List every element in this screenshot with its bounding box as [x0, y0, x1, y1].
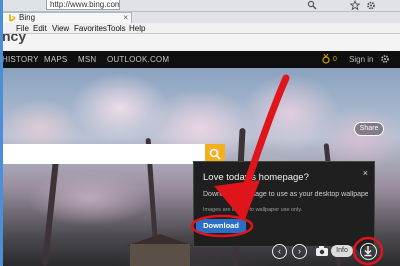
- address-bar-row: http://www.bing.com/: [0, 0, 400, 12]
- popup-body-text: Download the image to use as your deskto…: [203, 191, 368, 198]
- house: [130, 244, 190, 266]
- nav-msn[interactable]: MSN: [78, 51, 96, 68]
- popup-close-button[interactable]: ×: [363, 168, 368, 178]
- menu-favorites[interactable]: Favorites: [74, 23, 107, 34]
- rewards-count: 0: [333, 56, 337, 63]
- tree-trunk: [41, 148, 61, 266]
- address-field[interactable]: http://www.bing.com/: [46, 0, 120, 10]
- nav-history[interactable]: HISTORY: [2, 51, 39, 68]
- tools-gear-icon[interactable]: [366, 0, 376, 11]
- download-image-button[interactable]: [360, 243, 377, 260]
- nav-outlook[interactable]: OUTLOOK.COM: [107, 51, 169, 68]
- menu-view[interactable]: View: [52, 23, 69, 34]
- favorites-star-icon[interactable]: [350, 0, 360, 11]
- download-button[interactable]: Download: [196, 219, 246, 233]
- next-image-button[interactable]: ›: [292, 244, 307, 259]
- camera-icon[interactable]: [315, 245, 329, 257]
- tab-title: Bing: [19, 13, 36, 22]
- info-button[interactable]: Info: [331, 245, 353, 257]
- tab-close-button[interactable]: ×: [123, 13, 128, 23]
- wallpaper-popup: Love today's homepage? × Download the im…: [193, 161, 375, 253]
- browser-window: http://www.bing.com/ Bing × File Edit Vi…: [0, 0, 400, 266]
- share-button[interactable]: Share: [354, 122, 384, 136]
- bing-logo-icon: [9, 14, 16, 22]
- search-input[interactable]: [0, 144, 205, 164]
- popup-note-text: Images are limited to wallpaper use only…: [203, 207, 303, 213]
- popup-title: Love today's homepage?: [203, 172, 309, 183]
- page-top-strip: ncy: [0, 34, 400, 51]
- menu-tools[interactable]: Tools: [107, 23, 126, 34]
- nav-maps[interactable]: MAPS: [44, 51, 67, 68]
- settings-gear-icon[interactable]: [380, 54, 390, 64]
- page-heading-fragment: ncy: [2, 34, 27, 44]
- sign-in-link[interactable]: Sign in: [349, 51, 373, 68]
- download-icon: [364, 246, 372, 257]
- menu-bar: File Edit View Favorites Tools Help: [0, 23, 400, 34]
- tab-strip: Bing ×: [0, 12, 400, 23]
- tab-bing[interactable]: Bing ×: [2, 12, 132, 23]
- bing-nav-bar: HISTORY MAPS MSN OUTLOOK.COM 0 Sign in: [0, 51, 400, 68]
- search-icon[interactable]: [307, 0, 317, 10]
- menu-file[interactable]: File: [16, 23, 29, 34]
- rewards-medal-icon[interactable]: [321, 54, 331, 64]
- menu-help[interactable]: Help: [129, 23, 145, 34]
- menu-edit[interactable]: Edit: [33, 23, 47, 34]
- previous-image-button[interactable]: ‹: [272, 244, 287, 259]
